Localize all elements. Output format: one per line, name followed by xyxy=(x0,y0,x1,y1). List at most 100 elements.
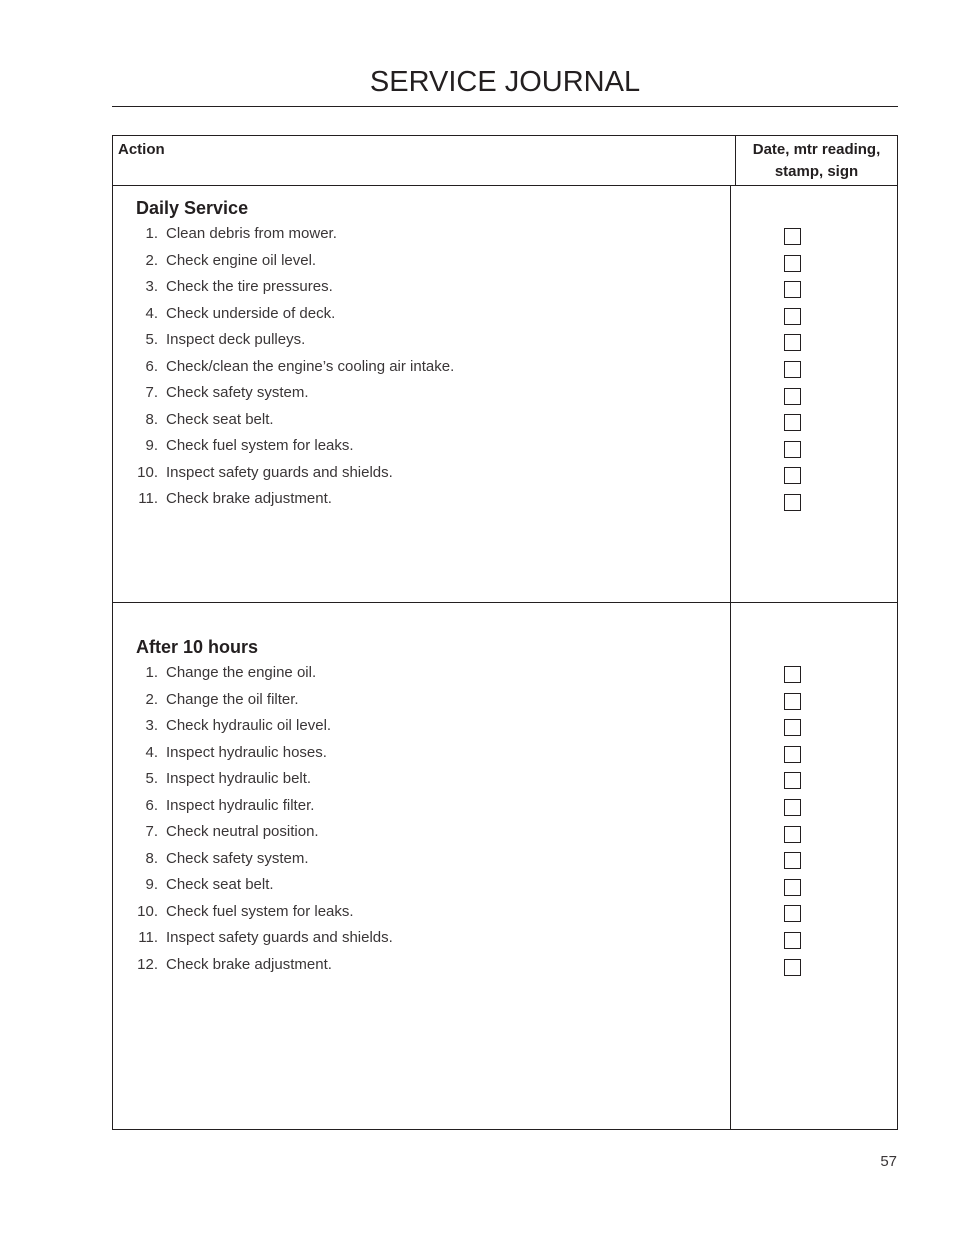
task-item: 12. Check brake adjustment. xyxy=(113,956,730,983)
task-number: 8. xyxy=(145,410,158,428)
task-item: 3. Check hydraulic oil level. xyxy=(113,717,730,744)
task-checkbox[interactable] xyxy=(784,281,801,299)
column-header-date-line2: stamp, sign xyxy=(774,163,859,180)
task-number: 8. xyxy=(145,849,158,867)
column-header-date-line1: Date, mtr reading, xyxy=(752,141,881,158)
task-text: Check brake adjustment. xyxy=(166,490,332,507)
task-number: 3. xyxy=(145,717,158,734)
task-text: Inspect hydraulic belt. xyxy=(166,770,312,787)
task-checkbox[interactable] xyxy=(784,905,801,923)
task-checkbox[interactable] xyxy=(784,772,801,790)
task-text: Check hydraulic oil level. xyxy=(166,717,332,734)
checkbox-list xyxy=(784,666,801,985)
task-checkbox[interactable] xyxy=(784,745,801,763)
task-checkbox[interactable] xyxy=(784,692,801,710)
task-item: 5. Inspect deck pulleys. xyxy=(113,331,730,358)
task-text: Check safety system. xyxy=(166,849,309,867)
task-checkbox[interactable] xyxy=(784,254,801,272)
task-text: Inspect deck pulleys. xyxy=(166,331,306,348)
task-number: 11. xyxy=(138,929,158,946)
task-checkbox[interactable] xyxy=(784,931,801,949)
task-checkbox[interactable] xyxy=(784,334,801,352)
task-item: 7. Check safety system. xyxy=(113,384,730,411)
task-checkbox[interactable] xyxy=(784,493,801,511)
task-number: 2. xyxy=(145,690,158,708)
task-item: 9. Check seat belt. xyxy=(113,876,730,903)
task-text: Check seat belt. xyxy=(166,876,274,893)
task-checkbox[interactable] xyxy=(784,852,801,870)
task-checkbox[interactable] xyxy=(784,825,801,843)
task-text: Check underside of deck. xyxy=(166,304,336,322)
task-item: 8. Check seat belt. xyxy=(113,411,730,438)
column-header-date-sign: Date, mtr reading, stamp, sign xyxy=(736,136,897,185)
task-text: Change the oil filter. xyxy=(166,690,299,708)
task-text: Change the engine oil. xyxy=(166,664,317,681)
task-text: Check fuel system for leaks. xyxy=(166,437,354,454)
task-text: Inspect hydraulic filter. xyxy=(166,796,315,814)
task-checkbox[interactable] xyxy=(784,666,801,683)
task-item: 11. Check brake adjustment. xyxy=(113,490,730,517)
task-item: 2. Change the oil filter. xyxy=(113,691,730,718)
service-journal-table: Action Date, mtr reading, stamp, sign Da… xyxy=(112,135,898,1130)
section-daily-service: Daily Service 1. Clean debris from mower.… xyxy=(113,185,897,602)
task-text: Check neutral position. xyxy=(166,823,319,840)
task-checkbox[interactable] xyxy=(784,387,801,405)
task-number: 2. xyxy=(145,251,158,269)
task-number: 7. xyxy=(145,384,158,401)
task-checkbox[interactable] xyxy=(784,307,801,325)
section-title: Daily Service xyxy=(136,198,249,218)
section-actions: Daily Service 1. Clean debris from mower.… xyxy=(113,186,731,602)
task-number: 9. xyxy=(145,437,158,454)
task-item: 5. Inspect hydraulic belt. xyxy=(113,770,730,797)
task-text: Inspect safety guards and shields. xyxy=(166,463,393,481)
task-checkbox[interactable] xyxy=(784,878,801,896)
task-text: Check fuel system for leaks. xyxy=(166,902,354,920)
task-checkbox[interactable] xyxy=(784,467,801,485)
task-item: 8. Check safety system. xyxy=(113,850,730,877)
table-header-row: Action Date, mtr reading, stamp, sign xyxy=(113,136,897,185)
task-number: 1. xyxy=(145,225,158,242)
task-number: 7. xyxy=(145,823,158,840)
task-number: 3. xyxy=(145,278,158,295)
task-item: 1. Clean debris from mower. xyxy=(113,225,730,252)
section-sign-column xyxy=(731,186,897,602)
page-number: 57 xyxy=(880,1153,897,1170)
task-number: 11. xyxy=(138,490,158,507)
task-list: 1. Clean debris from mower. 2. Check engine… xyxy=(113,225,730,517)
task-checkbox[interactable] xyxy=(784,414,801,432)
task-checkbox[interactable] xyxy=(784,958,801,976)
task-item: 6. Inspect hydraulic filter. xyxy=(113,797,730,824)
task-item: 6. Check/clean the engine’s cooling air i… xyxy=(113,358,730,385)
task-text: Check safety system. xyxy=(166,384,309,401)
task-checkbox[interactable] xyxy=(784,360,801,378)
task-checkbox[interactable] xyxy=(784,440,801,458)
task-item: 4. Check underside of deck. xyxy=(113,305,730,332)
task-text: Check/clean the engine’s cooling air int… xyxy=(166,357,455,375)
task-number: 5. xyxy=(145,770,158,787)
title-divider xyxy=(112,106,898,107)
task-item: 10. Check fuel system for leaks. xyxy=(113,903,730,930)
task-item: 2. Check engine oil level. xyxy=(113,252,730,279)
task-text: Check the tire pressures. xyxy=(166,278,333,295)
task-number: 9. xyxy=(145,876,158,893)
section-sign-column xyxy=(731,603,897,1129)
task-checkbox[interactable] xyxy=(784,228,801,245)
task-number: 10. xyxy=(137,902,158,920)
section-after-10-hours: After 10 hours 1. Change the engine oil. 2… xyxy=(113,602,897,1129)
task-item: 7. Check neutral position. xyxy=(113,823,730,850)
task-number: 1. xyxy=(145,664,158,681)
task-text: Check engine oil level. xyxy=(166,251,317,269)
task-text: Check seat belt. xyxy=(166,410,274,428)
task-number: 5. xyxy=(145,331,158,348)
task-checkbox[interactable] xyxy=(784,719,801,737)
task-item: 4. Inspect hydraulic hoses. xyxy=(113,744,730,771)
page-title: SERVICE JOURNAL xyxy=(369,66,641,98)
task-checkbox[interactable] xyxy=(784,798,801,816)
task-item: 3. Check the tire pressures. xyxy=(113,278,730,305)
task-list: 1. Change the engine oil. 2. Change the oil… xyxy=(113,664,730,982)
task-text: Inspect safety guards and shields. xyxy=(166,929,393,946)
task-number: 12. xyxy=(137,955,158,973)
task-number: 4. xyxy=(145,743,158,761)
task-number: 10. xyxy=(137,463,158,481)
task-item: 11. Inspect safety guards and shields. xyxy=(113,929,730,956)
